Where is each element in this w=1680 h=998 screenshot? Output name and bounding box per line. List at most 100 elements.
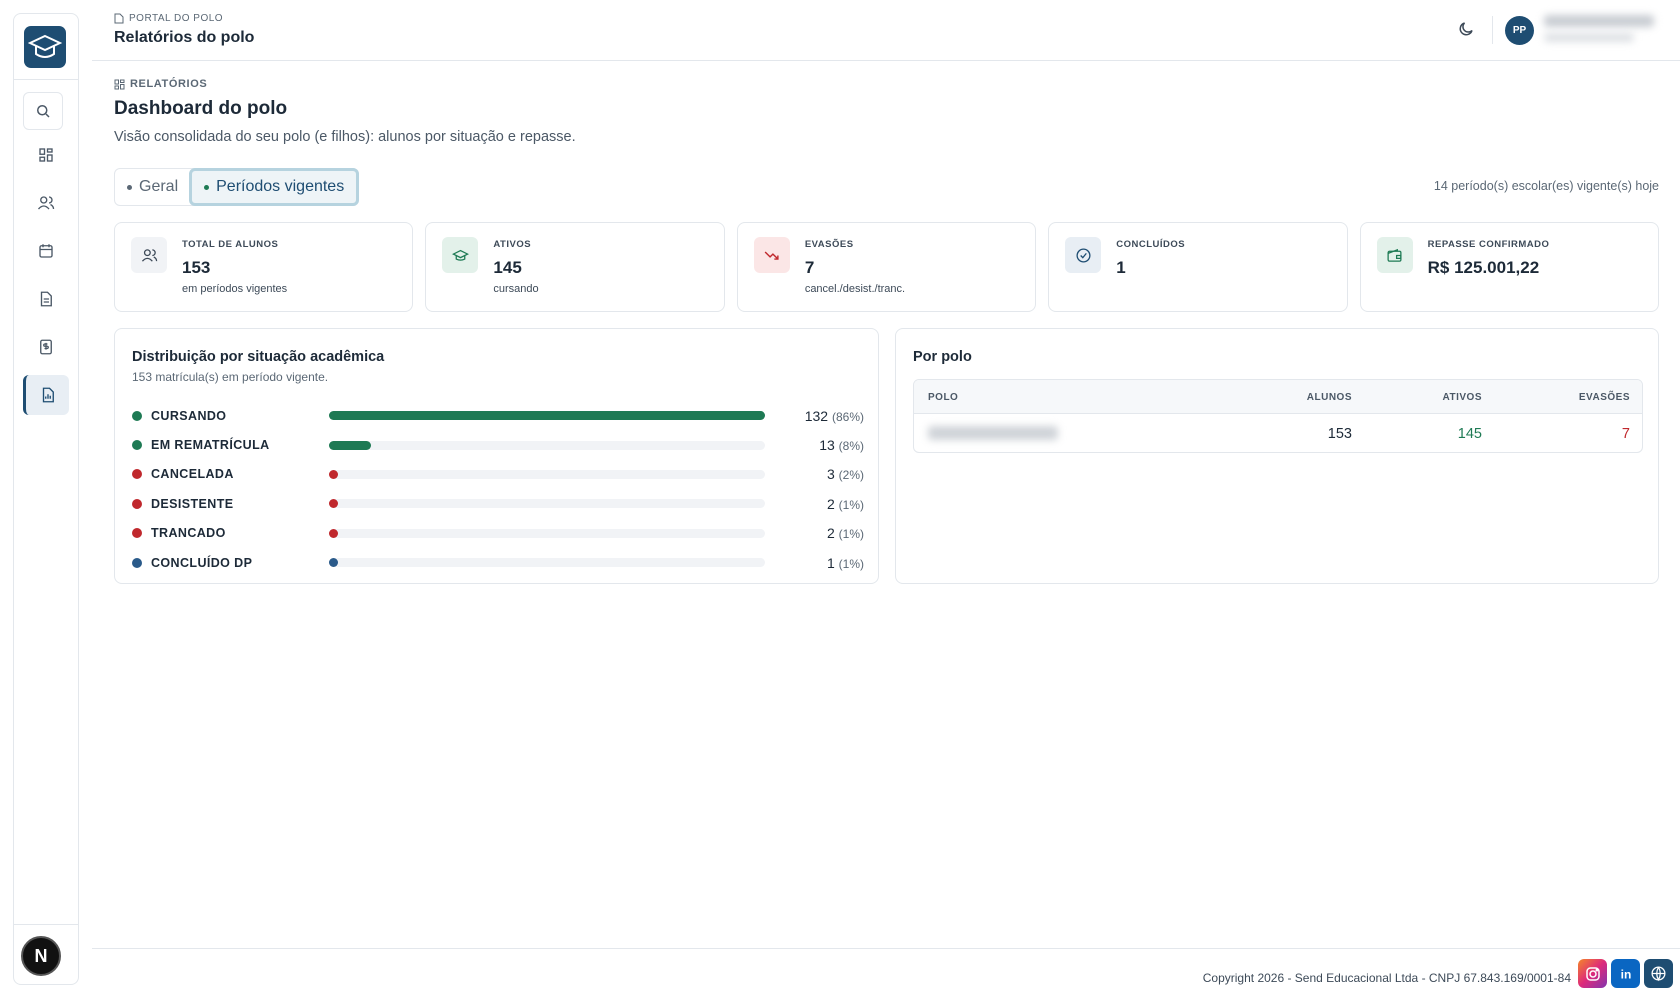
sidebar-item-calendar[interactable] <box>23 231 69 271</box>
distribution-count: 2 (1%) <box>827 496 864 512</box>
header-title: Relatórios do polo <box>114 29 255 46</box>
kpi-value: 145 <box>493 258 522 277</box>
footer-copyright: Copyright 2026 - Send Educacional Ltda -… <box>1202 971 1571 985</box>
sidebar: N <box>13 13 79 985</box>
status-dot <box>132 557 142 568</box>
globe-icon[interactable] <box>1644 959 1673 988</box>
tab-dot <box>127 184 132 190</box>
header-divider <box>1492 16 1493 44</box>
sidebar-divider <box>14 924 78 925</box>
kpi-value: 1 <box>1116 258 1126 277</box>
distribution-row: CURSANDO 132 (86%) <box>132 401 864 430</box>
trending-down-icon <box>764 250 779 260</box>
count-value: 132 <box>804 407 829 424</box>
linkedin-icon[interactable]: in <box>1611 959 1640 988</box>
section-label: RELATÓRIOS <box>114 78 1659 90</box>
instagram-icon[interactable] <box>1578 959 1607 988</box>
count-value: 3 <box>826 466 835 483</box>
report-icon <box>42 387 54 403</box>
distribution-count: 13 (8%) <box>819 437 864 453</box>
sidebar-item-documents[interactable] <box>23 279 69 319</box>
tab-label: Geral <box>139 178 179 195</box>
kpi-subtext: em períodos vigentes <box>182 283 288 295</box>
sidebar-item-users[interactable] <box>23 183 69 223</box>
kpi-label: EVASÕES <box>804 239 854 250</box>
finance-icon <box>40 339 52 355</box>
wallet-icon <box>1387 248 1402 262</box>
kpi-value: 153 <box>182 258 211 277</box>
percent-value: (1%) <box>838 497 864 512</box>
kpi-cards: TOTAL DE ALUNOS 153 em períodos vigentes… <box>114 222 1660 312</box>
kpi-card-total: TOTAL DE ALUNOS 153 em períodos vigentes <box>114 222 414 312</box>
kpi-card-evasoes: EVASÕES 7 cancel./desist./tranc. <box>736 222 1037 312</box>
status-dot <box>132 498 142 509</box>
user-role-redacted <box>1544 33 1634 42</box>
header-breadcrumb: PORTAL DO POLO <box>114 13 223 24</box>
progress-track <box>329 469 765 479</box>
progress-fill <box>329 440 371 450</box>
sidebar-item-finance[interactable] <box>23 327 69 367</box>
header-section-label: PORTAL DO POLO <box>129 13 224 24</box>
kpi-icon-box <box>131 237 167 273</box>
logo[interactable] <box>24 26 66 68</box>
kpi-icon-box <box>1376 237 1413 273</box>
kpi-card-repasse: REPASSE CONFIRMADO R$ 125.001,22 <box>1359 222 1660 312</box>
periods-note: 14 período(s) escolar(es) vigente(s) hoj… <box>1433 179 1659 193</box>
kpi-icon-box <box>442 237 479 273</box>
kpi-label: ATIVOS <box>493 239 532 250</box>
status-dot <box>132 469 142 480</box>
kpi-card-concluidos: CONCLUÍDOS 1 <box>1048 222 1348 312</box>
kpi-card-ativos: ATIVOS 145 cursando <box>425 222 725 312</box>
progress-track <box>329 558 765 568</box>
distribution-count: 2 (1%) <box>827 525 864 541</box>
percent-value: (86%) <box>831 409 864 424</box>
kpi-label: TOTAL DE ALUNOS <box>182 239 279 250</box>
cell-ativos: 145 <box>1457 426 1482 442</box>
sidebar-item-reports[interactable] <box>23 375 69 415</box>
distribution-count: 132 (86%) <box>805 408 864 424</box>
top-header: PORTAL DO POLO Relatórios do polo PP <box>92 0 1680 61</box>
distribution-row: TRANCADO 2 (1%) <box>132 519 864 548</box>
count-value: 2 <box>826 495 835 512</box>
distribution-card: Distribuição por situação acadêmica 153 … <box>114 328 879 584</box>
tab-geral[interactable]: Geral <box>115 169 190 205</box>
user-name-redacted[interactable] <box>1544 15 1654 27</box>
progress-fill <box>329 558 338 568</box>
page-title: Dashboard do polo <box>114 98 288 119</box>
table-header: POLO ALUNOS ATIVOS EVASÕES <box>914 380 1642 414</box>
check-circle-icon <box>1076 247 1091 263</box>
percent-value: (1%) <box>838 556 864 571</box>
graduation-cap-logo-icon <box>28 34 62 58</box>
graduation-cap-icon <box>451 249 469 261</box>
bottom-avatar[interactable]: N <box>21 936 61 976</box>
cell-evasoes: 7 <box>1621 426 1630 442</box>
progress-fill <box>329 528 338 538</box>
dashboard-icon <box>39 148 53 162</box>
progress-track <box>329 411 765 421</box>
progress-track <box>329 528 765 538</box>
user-avatar[interactable]: PP <box>1505 16 1534 45</box>
count-value: 13 <box>819 437 835 454</box>
svg-text:in: in <box>1620 967 1631 981</box>
percent-value: (1%) <box>838 527 864 542</box>
users-icon <box>141 248 157 262</box>
progress-fill <box>329 499 338 509</box>
tab-periodos-vigentes[interactable]: Períodos vigentes <box>189 168 360 206</box>
search-icon <box>37 105 50 118</box>
dark-mode-toggle-icon[interactable] <box>1457 20 1475 38</box>
distribution-label: DESISTENTE <box>151 496 234 511</box>
por-polo-title: Por polo <box>913 349 972 365</box>
distribution-label: CONCLUÍDO DP <box>151 555 253 570</box>
footer-divider <box>92 948 1680 949</box>
table-row[interactable]: 153 145 7 <box>914 414 1642 452</box>
sidebar-item-search[interactable] <box>23 92 63 130</box>
tab-dot <box>204 184 210 190</box>
distribution-label: CANCELADA <box>151 467 234 482</box>
count-value: 1 <box>826 554 835 571</box>
distribution-row: EM REMATRÍCULA 13 (8%) <box>132 430 864 459</box>
kpi-label: CONCLUÍDOS <box>1116 239 1186 250</box>
por-polo-card: Por polo POLO ALUNOS ATIVOS EVASÕES 153 … <box>895 328 1659 584</box>
kpi-icon-box <box>753 237 790 273</box>
sidebar-item-dashboard[interactable] <box>23 135 69 175</box>
section-label-text: RELATÓRIOS <box>130 78 208 90</box>
